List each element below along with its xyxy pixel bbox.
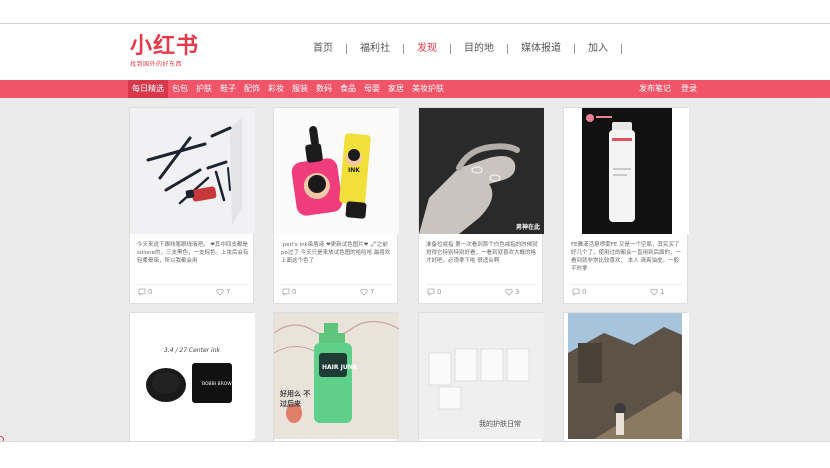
site-header: 小红书 找到国外的好东西 首页 福利社 发现 目的地 媒体报道 加入 <box>0 24 830 80</box>
product-brand-text: BOBBI BROWN <box>202 381 235 387</box>
note-description: 今天来说下眼线笔眼线液吧。 ❤其中四支都是solone的，三支黑色，一支棕色。上… <box>137 242 249 264</box>
handwriting-label: 好用么 不过后来 <box>280 390 311 408</box>
login-link[interactable]: 登录 <box>676 80 702 98</box>
like-count-value: 3 <box>515 288 520 296</box>
heart-icon <box>216 288 224 296</box>
site-logo[interactable]: 小红书 找到国外的好东西 <box>130 34 200 69</box>
note-image[interactable]: 男神在此 <box>419 108 544 234</box>
note-description: 准备拉戒指 第一次看到那个白色戒指的时候就觉得它特别特别好看，一看到就喜欢大概的… <box>426 242 538 264</box>
divider <box>281 284 392 285</box>
note-image[interactable]: INK <box>274 108 399 234</box>
note-card[interactable]: INK .peri's ink染唇液 ❤更新试色图片❤ 🖍之前po过了 今天只是… <box>273 107 399 304</box>
comment-icon <box>138 288 146 296</box>
user-links: 发布笔记 登录 <box>634 80 702 98</box>
comment-count[interactable]: 0 <box>427 288 441 296</box>
comment-count-value: 0 <box>437 288 442 296</box>
category-daily-picks[interactable]: 每日精选 <box>128 80 168 98</box>
nav-home[interactable]: 首页 <box>300 44 347 54</box>
category-bags[interactable]: 包包 <box>168 80 192 98</box>
note-image[interactable] <box>564 108 689 234</box>
like-count-value: 1 <box>660 288 665 296</box>
top-nav: 首页 福利社 发现 目的地 媒体报道 加入 <box>300 44 622 54</box>
category-bar: 每日精选 包包 护肤 鞋子 配饰 彩妆 服装 数码 食品 母婴 家居 美妆护肤 … <box>0 80 830 98</box>
category-skincare[interactable]: 护肤 <box>192 80 216 98</box>
note-card[interactable] <box>563 312 689 441</box>
like-count[interactable]: 7 <box>360 288 374 296</box>
feed: 今天来说下眼线笔眼线液吧。 ❤其中四支都是solone的，三支黑色，一支棕色。上… <box>0 98 830 441</box>
note-image[interactable] <box>130 108 255 234</box>
product-label-text: HAIR JUNK <box>322 364 358 371</box>
logo-slogan: 找到国外的好东西 <box>130 61 183 68</box>
comment-count-value: 0 <box>582 288 587 296</box>
category-digital[interactable]: 数码 <box>312 80 336 98</box>
like-count-value: 7 <box>226 288 231 296</box>
comment-count-value: 0 <box>292 288 297 296</box>
divider <box>137 284 248 285</box>
nav-media[interactable]: 媒体报道 <box>508 44 575 54</box>
like-count[interactable]: 7 <box>216 288 230 296</box>
note-card[interactable]: 我的护肤日常 <box>418 312 544 441</box>
like-count[interactable]: 1 <box>650 288 664 296</box>
comment-count[interactable]: 0 <box>282 288 296 296</box>
heart-icon <box>360 288 368 296</box>
category-home[interactable]: 家居 <box>384 80 408 98</box>
nav-destination[interactable]: 目的地 <box>451 44 508 54</box>
comment-icon <box>282 288 290 296</box>
comment-icon <box>572 288 580 296</box>
note-card[interactable]: HAIR JUNK 好用么 不过后来 <box>273 312 399 441</box>
divider <box>426 284 537 285</box>
note-image[interactable]: BOBBI BROWN 3.4 / 27 Center ink <box>130 313 255 439</box>
category-beauty[interactable]: 美妆护肤 <box>408 80 448 98</box>
category-shoes[interactable]: 鞋子 <box>216 80 240 98</box>
post-note-link[interactable]: 发布笔记 <box>634 80 676 98</box>
nav-discover[interactable]: 发现 <box>404 44 451 54</box>
note-image[interactable]: HAIR JUNK 好用么 不过后来 <box>274 313 399 439</box>
like-count-value: 7 <box>370 288 375 296</box>
note-card[interactable]: 今天来说下眼线笔眼线液吧。 ❤其中四支都是solone的，三支黑色，一支棕色。上… <box>129 107 255 304</box>
like-count[interactable]: 3 <box>505 288 519 296</box>
category-clothing[interactable]: 服装 <box>288 80 312 98</box>
category-accessories[interactable]: 配饰 <box>240 80 264 98</box>
nav-join[interactable]: 加入 <box>575 44 622 54</box>
divider <box>571 284 682 285</box>
note-description: FE雅漾活泉喷雾FE 又是一个空瓶，其实买了好几个了，使用过的都会一直用到后面的… <box>571 242 682 272</box>
category-list: 每日精选 包包 护肤 鞋子 配饰 彩妆 服装 数码 食品 母婴 家居 美妆护肤 <box>128 80 448 98</box>
category-baby[interactable]: 母婴 <box>360 80 384 98</box>
handwriting-label: 3.4 / 27 Center ink <box>164 347 220 354</box>
note-card[interactable]: BOBBI BROWN 3.4 / 27 Center ink <box>129 312 255 441</box>
comment-icon <box>427 288 435 296</box>
page-bottom-bar <box>0 441 830 468</box>
comment-count[interactable]: 0 <box>138 288 152 296</box>
note-image[interactable] <box>564 313 689 439</box>
category-food[interactable]: 食品 <box>336 80 360 98</box>
nav-welfare[interactable]: 福利社 <box>347 44 404 54</box>
note-card[interactable]: FE雅漾活泉喷雾FE 又是一个空瓶，其实买了好几个了，使用过的都会一直用到后面的… <box>563 107 689 304</box>
heart-icon <box>650 288 658 296</box>
image-overlay-text: 男神在此 <box>515 224 540 231</box>
category-makeup[interactable]: 彩妆 <box>264 80 288 98</box>
note-description: .peri's ink染唇液 ❤更新试色图片❤ 🖍之前po过了 今天只是来放试色… <box>281 242 391 264</box>
comment-count[interactable]: 0 <box>572 288 586 296</box>
handwriting-label: 我的护肤日常 <box>479 420 521 428</box>
logo-text: 小红书 <box>130 34 200 59</box>
browser-top-bar <box>0 0 830 24</box>
note-card[interactable]: 男神在此 准备拉戒指 第一次看到那个白色戒指的时候就觉得它特别特别好看，一看到就… <box>418 107 544 304</box>
heart-icon <box>505 288 513 296</box>
note-image[interactable]: 我的护肤日常 <box>419 313 544 439</box>
svg-text:INK: INK <box>348 167 360 174</box>
comment-count-value: 0 <box>148 288 153 296</box>
